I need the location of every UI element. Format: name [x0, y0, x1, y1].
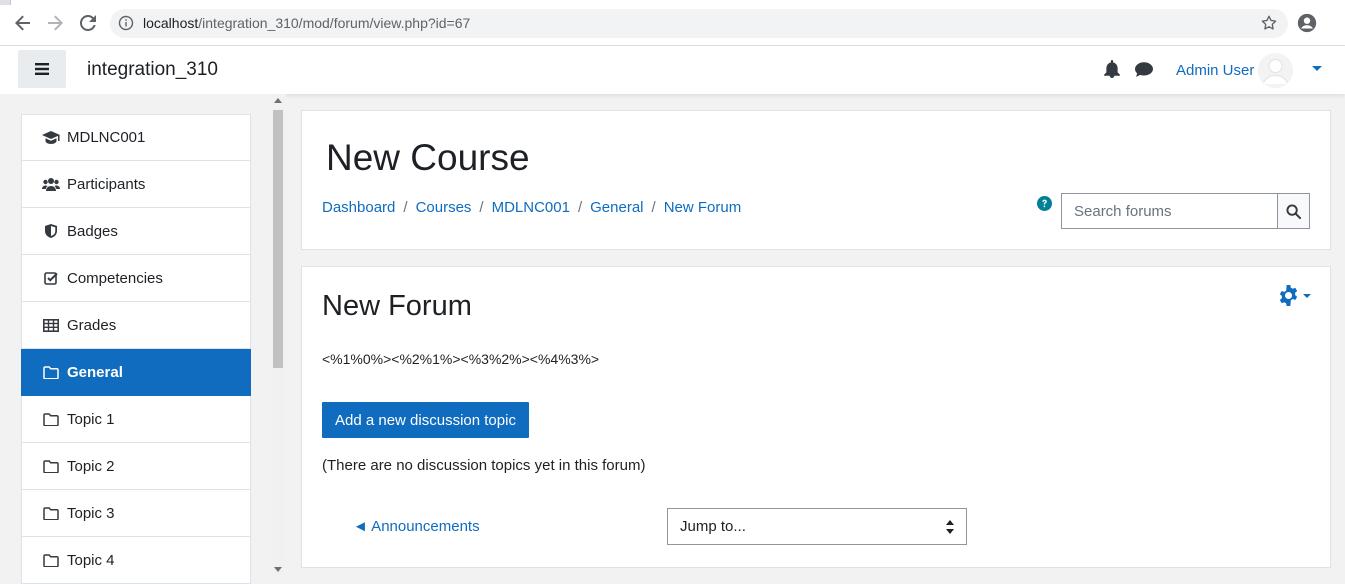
user-menu[interactable]: Admin User: [1176, 52, 1294, 88]
user-menu-caret-icon[interactable]: [1312, 66, 1322, 71]
drawer-item-participants[interactable]: Participants: [21, 161, 251, 208]
url-host: localhost: [143, 15, 199, 31]
no-topics-message: (There are no discussion topics yet in t…: [322, 457, 646, 474]
arrow-right-icon: [48, 15, 63, 31]
breadcrumb-course[interactable]: MDLNC001: [492, 199, 570, 216]
star-icon[interactable]: [1260, 14, 1278, 32]
prev-activity-link[interactable]: ◄ Announcements: [353, 518, 480, 535]
user-name[interactable]: Admin User: [1176, 62, 1254, 79]
drawer-item-label: General: [67, 363, 123, 381]
drawer-item-label: Badges: [67, 222, 118, 240]
chat-icon[interactable]: [1135, 60, 1153, 78]
drawer-item-competencies[interactable]: Competencies: [21, 255, 251, 302]
back-button[interactable]: [11, 11, 35, 35]
forum-intro: <%1%0%><%2%1%><%3%2%><%4%3%>: [322, 351, 600, 367]
drawer-item-badges[interactable]: Badges: [21, 208, 251, 255]
drawer-item-label: MDLNC001: [67, 129, 146, 146]
user-avatar-icon: [1258, 52, 1294, 88]
breadcrumb-forum[interactable]: New Forum: [664, 199, 742, 216]
chevron-down-icon: [1303, 293, 1311, 298]
scroll-down-icon[interactable]: [274, 567, 282, 572]
page-header: New Course Dashboard / Courses / MDLNC00…: [301, 110, 1331, 250]
search-icon: [1286, 203, 1301, 219]
folder-icon: [42, 458, 60, 474]
hamburger-icon: [35, 63, 49, 75]
active-tab[interactable]: [10, 0, 1345, 5]
drawer-item-label: Topic 1: [67, 410, 115, 428]
drawer-item-label: Topic 2: [67, 457, 115, 475]
forward-button[interactable]: [43, 11, 67, 35]
breadcrumb: Dashboard / Courses / MDLNC001 / General…: [322, 199, 741, 216]
folder-icon: [42, 411, 60, 427]
drawer-item-topic-2[interactable]: Topic 2: [21, 443, 251, 490]
arrow-left-icon: [15, 15, 30, 31]
browser-chrome: localhost/integration_310/mod/forum/view…: [0, 0, 1345, 46]
drawer-scrollbar[interactable]: [271, 94, 285, 575]
search-input[interactable]: [1061, 193, 1277, 229]
breadcrumb-separator: /: [403, 199, 408, 216]
drawer-item-label: Grades: [67, 316, 117, 334]
drawer-item-label: Competencies: [67, 269, 163, 287]
forum-title: New Forum: [322, 290, 472, 322]
drawer-item-label: Topic 3: [67, 504, 115, 522]
breadcrumb-separator: /: [651, 199, 656, 216]
drawer-item-general[interactable]: General: [21, 349, 251, 396]
site-name[interactable]: integration_310: [87, 59, 218, 81]
graduation-cap-icon: [42, 130, 60, 146]
breadcrumb-separator: /: [577, 199, 583, 216]
gear-icon: [1279, 285, 1298, 306]
page-title: New Course: [326, 137, 530, 178]
breadcrumb-courses[interactable]: Courses: [416, 199, 472, 216]
nav-drawer: MDLNC001 Participants Badges Competencie…: [0, 94, 286, 584]
drawer-item-topic-4[interactable]: Topic 4: [21, 537, 251, 584]
tab-strip: [0, 0, 1345, 5]
drawer-item-topic-3[interactable]: Topic 3: [21, 490, 251, 537]
forum-content: New Forum <%1%0%><%2%1%><%3%2%><%4%3%> A…: [301, 266, 1331, 568]
account-icon[interactable]: [1296, 12, 1318, 34]
scrollbar-thumb[interactable]: [273, 110, 283, 368]
address-bar[interactable]: localhost/integration_310/mod/forum/view…: [110, 9, 1288, 38]
select-arrows-icon: [946, 520, 954, 534]
shield-icon: [42, 223, 60, 239]
breadcrumb-section[interactable]: General: [590, 199, 643, 216]
reload-button[interactable]: [76, 11, 100, 35]
users-icon: [42, 176, 60, 192]
drawer-item-course[interactable]: MDLNC001: [21, 114, 251, 161]
url-text[interactable]: localhost/integration_310/mod/forum/view…: [143, 15, 470, 31]
jump-to-value: Jump to...: [680, 518, 746, 535]
forum-search: [1061, 193, 1310, 229]
help-icon[interactable]: [1037, 196, 1052, 211]
jump-to-select[interactable]: Jump to...: [667, 508, 967, 545]
reload-icon: [80, 15, 96, 31]
folder-icon: [42, 505, 60, 521]
search-button[interactable]: [1277, 193, 1310, 229]
top-navbar: integration_310 Admin User: [0, 46, 1345, 94]
breadcrumb-separator: /: [479, 199, 484, 216]
info-icon[interactable]: [118, 15, 134, 31]
folder-icon: [42, 364, 60, 380]
scroll-up-icon[interactable]: [274, 98, 282, 103]
actions-menu[interactable]: [1278, 285, 1311, 306]
url-path: /integration_310/mod/forum/view.php?id=6…: [198, 15, 471, 31]
check-square-icon: [42, 270, 60, 286]
avatar[interactable]: [1258, 52, 1294, 88]
drawer-item-label: Topic 4: [67, 551, 115, 569]
drawer-item-topic-1[interactable]: Topic 1: [21, 396, 251, 443]
drawer-toggle-button[interactable]: [18, 50, 66, 88]
bell-icon[interactable]: [1103, 60, 1121, 78]
drawer-list: MDLNC001 Participants Badges Competencie…: [21, 114, 251, 584]
drawer-item-grades[interactable]: Grades: [21, 302, 251, 349]
table-icon: [42, 317, 60, 333]
folder-icon: [42, 552, 60, 568]
drawer-item-label: Participants: [67, 175, 146, 193]
breadcrumb-dashboard[interactable]: Dashboard: [322, 199, 395, 216]
add-discussion-button[interactable]: Add a new discussion topic: [322, 402, 529, 438]
